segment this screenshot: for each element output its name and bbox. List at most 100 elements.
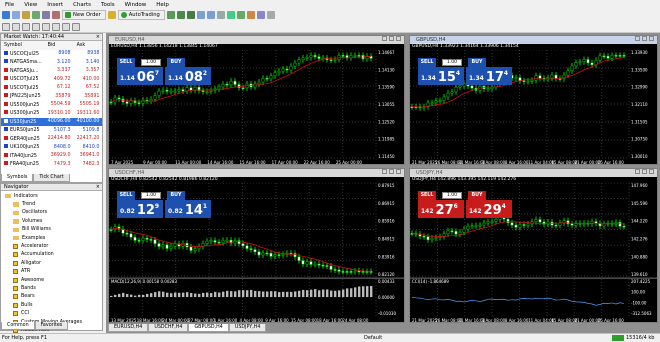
buy-price[interactable]: 0.82 14 1 [165,200,211,218]
menu-insert[interactable]: Insert [42,2,68,8]
chart-window[interactable]: USDCHF,H4 USDCHF,H4 0.82542 0.82542 0.819… [108,168,405,323]
col-bid[interactable]: Bid [44,41,74,50]
market-watch-row[interactable]: FRA40Jun25 7479.3 7482.3 [1,160,102,169]
maximize-icon[interactable] [642,36,647,41]
buy-price[interactable]: 1.14 08 2 [165,67,211,85]
chart-title-bar[interactable]: USDCHF,H4 [109,169,404,177]
tile-windows-icon[interactable] [216,11,225,19]
market-watch-row[interactable]: US500Jun25 5504.59 5505.19 [1,101,102,110]
new-chart-icon[interactable] [2,11,10,19]
sell-button[interactable]: SELL [418,58,436,67]
tab-tick-chart[interactable]: Tick Chart [33,174,70,182]
menu-charts[interactable]: Charts [68,2,96,8]
navigator-icon[interactable] [32,11,40,19]
buy-price[interactable]: 1.34 17 4 [466,67,512,85]
market-watch-row[interactable]: US300Jun25 19310.10 19311.60 [1,109,102,118]
navigator-item[interactable]: Oscillators [1,209,102,217]
col-ask[interactable]: Ask [73,41,103,50]
chart-window[interactable]: USDJPY,H4 USDJPY,H4 142.896 143.395 142.1… [409,168,658,323]
market-watch-row[interactable]: USCOTJul25 409.72 410.00 [1,75,102,84]
menu-tools[interactable]: Tools [96,2,120,8]
cursor-icon[interactable] [2,22,10,31]
tab-usdjpy-h4[interactable]: USDJPY,H4 [228,324,267,332]
close-icon[interactable]: × [96,184,102,190]
crosshair-icon[interactable] [12,22,20,31]
new-order-button[interactable]: New Order [62,10,106,20]
chart-window[interactable]: GBPUSD,H4 GBPUSD,H4 1.33923 1.34164 1.339… [409,35,658,165]
col-symbol[interactable]: Symbol [1,41,45,50]
navigator-item[interactable]: Trend [1,200,102,208]
tab-symbols[interactable]: Symbols [1,174,34,182]
text-icon[interactable] [72,22,80,31]
market-watch-row[interactable]: USCOTJul25 67.12 67.52 [1,84,102,93]
market-watch-row[interactable]: JPN225Jun25 35879 35891 [1,92,102,101]
fibonacci-icon[interactable] [62,22,70,31]
close-icon[interactable] [396,36,401,41]
minimize-icon[interactable] [635,169,640,174]
navigator-item[interactable]: Bears [1,293,102,301]
market-watch-row[interactable]: USCOCJul25 8908 8938 [1,50,102,59]
tab-common[interactable]: Common [1,322,35,330]
tab-usdchf-h4[interactable]: USDCHF,H4 [148,324,189,332]
menu-window[interactable]: Window [120,2,152,8]
sell-price[interactable]: 1.14 06 7 [117,67,163,85]
vertical-line-icon[interactable] [22,22,30,31]
lots-input[interactable]: 1.00 [442,59,462,66]
close-icon[interactable]: × [96,34,102,40]
maximize-icon[interactable] [642,169,647,174]
buy-button[interactable]: BUY [167,191,185,200]
navigator-item[interactable]: ATR [1,268,102,276]
terminal-icon[interactable] [42,11,50,19]
menu-file[interactable]: File [0,2,19,8]
close-icon[interactable] [649,36,654,41]
chart-title-bar[interactable]: USDJPY,H4 [410,169,657,177]
metaeditor-icon[interactable] [107,11,116,19]
profiles-icon[interactable] [12,11,20,19]
sell-price[interactable]: 0.82 12 9 [117,200,163,218]
channel-icon[interactable] [52,22,60,31]
buy-price[interactable]: 142 29 4 [466,200,512,218]
autoscroll-icon[interactable] [226,11,235,19]
navigator-item[interactable]: CCI [1,309,102,317]
chart-shift-icon[interactable] [236,11,245,19]
chart-title-bar[interactable]: GBPUSD,H4 [410,36,657,44]
autotrading-button[interactable]: AutoTrading [117,10,165,20]
navigator-item[interactable]: Awesome [1,276,102,284]
chart-window[interactable]: EURUSD,H4 EURUSD,H4 1.13856 1.14218 1.138… [108,35,405,165]
navigator-item[interactable]: Accumulation [1,251,102,259]
close-icon[interactable] [396,169,401,174]
minimize-icon[interactable] [635,36,640,41]
candle-chart-icon[interactable] [176,11,185,19]
chart-title-bar[interactable]: EURUSD,H4 [109,36,404,44]
trendline-icon[interactable] [42,22,50,31]
market-watch-row[interactable]: NATGASJu... 3.337 3.357 [1,67,102,76]
sell-button[interactable]: SELL [418,191,436,200]
zoom-out-icon[interactable] [206,11,215,19]
market-watch-row[interactable]: GER40Jun25 22414.80 22417.20 [1,135,102,144]
navigator-item[interactable]: Bands [1,284,102,292]
sell-button[interactable]: SELL [117,58,135,67]
sell-button[interactable]: SELL [117,191,135,200]
zoom-in-icon[interactable] [196,11,205,19]
bar-chart-icon[interactable] [166,11,175,19]
navigator-item[interactable]: Examples [1,234,102,242]
menu-view[interactable]: View [19,2,42,8]
market-watch-row[interactable]: UK100Jun25 8408.0 8410.0 [1,143,102,152]
maximize-icon[interactable] [389,36,394,41]
navigator-item[interactable]: Alligator [1,259,102,267]
buy-button[interactable]: BUY [167,58,185,67]
horizontal-line-icon[interactable] [32,22,40,31]
tab-favorites[interactable]: Favorites [34,322,69,330]
lots-input[interactable]: 1.00 [141,59,161,66]
market-watch-row[interactable]: NATGASma... 3.120 3.140 [1,58,102,67]
market-watch-icon[interactable] [22,11,30,19]
line-chart-icon[interactable] [186,11,195,19]
navigator-item[interactable]: Bulls [1,301,102,309]
navigator-item[interactable]: Indicators [1,192,102,200]
indicators-icon[interactable] [246,11,255,19]
tab-gbpusd-h4[interactable]: GBPUSD,H4 [188,324,229,332]
sell-price[interactable]: 142 27 6 [418,200,464,218]
lots-input[interactable]: 1.00 [141,192,161,199]
buy-button[interactable]: BUY [468,58,486,67]
close-icon[interactable] [649,169,654,174]
